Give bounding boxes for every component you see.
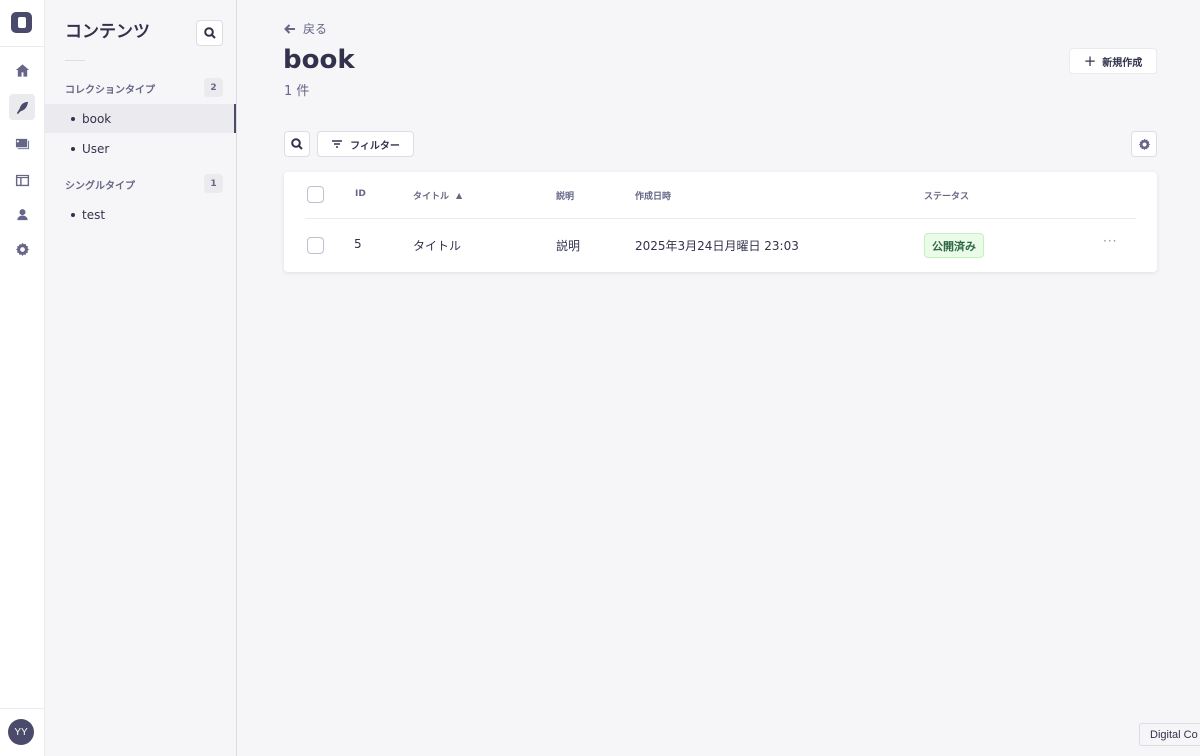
- page-title: book: [283, 45, 355, 75]
- main-nav-rail: YY: [0, 0, 45, 756]
- sidebar-item-label: test: [82, 207, 106, 222]
- filter-icon: [332, 140, 343, 148]
- content-manager-nav-button[interactable]: [9, 94, 35, 120]
- row-more-actions-button[interactable]: ···: [1103, 234, 1117, 248]
- plus-icon: +: [1083, 51, 1097, 70]
- table-search-button[interactable]: [284, 131, 310, 157]
- column-header-id[interactable]: ID: [355, 189, 366, 199]
- back-link[interactable]: 戻る: [284, 20, 327, 37]
- row-select-checkbox[interactable]: [307, 237, 324, 254]
- feather-icon: [16, 101, 28, 114]
- home-nav-button[interactable]: [9, 57, 35, 83]
- rail-bottom-divider: [0, 708, 44, 709]
- user-icon: [16, 208, 28, 220]
- create-new-entry-label: 新規作成: [1102, 57, 1143, 69]
- column-header-title[interactable]: タイトル ▲: [413, 189, 462, 202]
- layout-icon: [15, 174, 29, 186]
- sidebar-divider: [65, 60, 85, 61]
- sidebar-search-button[interactable]: [196, 20, 223, 46]
- sidebar-item-user[interactable]: User: [45, 134, 236, 163]
- content-type-builder-nav-button[interactable]: [9, 167, 35, 193]
- bullet-icon: [71, 116, 75, 121]
- sidebar-item-test[interactable]: test: [45, 200, 236, 229]
- cell-created-at[interactable]: 2025年3月24日月曜日 23:03: [635, 237, 799, 254]
- sidebar-item-book[interactable]: book: [45, 104, 236, 133]
- table-settings-button[interactable]: [1131, 131, 1157, 157]
- media-library-nav-button[interactable]: [9, 130, 35, 156]
- column-header-description[interactable]: 説明: [556, 189, 574, 202]
- single-types-heading: シングルタイプ: [65, 181, 135, 192]
- search-icon: [203, 27, 216, 39]
- arrow-left-icon: [284, 23, 295, 34]
- sidebar-item-label: book: [82, 111, 112, 126]
- filter-button-label: フィルター: [350, 140, 400, 152]
- cell-title[interactable]: タイトル: [413, 237, 461, 254]
- entries-table: ID タイトル ▲ 説明 作成日時 ステータス 5 タイトル 説明 2025年3…: [284, 172, 1157, 272]
- corner-popup[interactable]: Digital Co: [1139, 723, 1200, 746]
- sort-ascending-icon: ▲: [456, 191, 463, 200]
- select-all-checkbox[interactable]: [307, 186, 324, 203]
- gear-icon: [1138, 138, 1150, 150]
- collection-types-count-badge: 2: [204, 78, 223, 97]
- collection-types-heading: コレクションタイプ: [65, 85, 155, 96]
- single-types-count-badge: 1: [204, 174, 223, 193]
- app-logo[interactable]: [11, 12, 32, 33]
- column-header-created-at[interactable]: 作成日時: [635, 189, 671, 202]
- column-header-status[interactable]: ステータス: [924, 189, 969, 202]
- column-header-label: タイトル: [413, 192, 450, 202]
- table-divider: [305, 218, 1136, 219]
- entry-count: 1 件: [284, 84, 310, 99]
- back-link-label: 戻る: [303, 22, 328, 36]
- cell-id[interactable]: 5: [354, 237, 362, 251]
- content-sidebar: コンテンツ コレクションタイプ 2 book User シングルタイプ 1 te…: [45, 0, 237, 756]
- user-avatar[interactable]: YY: [8, 719, 34, 745]
- users-nav-button[interactable]: [9, 201, 35, 227]
- sidebar-title: コンテンツ: [65, 22, 150, 42]
- gear-icon: [15, 242, 29, 256]
- search-icon: [291, 138, 303, 150]
- filter-button[interactable]: フィルター: [317, 131, 414, 157]
- cell-description[interactable]: 説明: [556, 237, 580, 254]
- sidebar-item-label: User: [82, 141, 110, 156]
- bullet-icon: [71, 212, 75, 217]
- media-library-icon: [15, 138, 29, 149]
- home-icon: [15, 63, 29, 77]
- create-new-entry-button[interactable]: + 新規作成: [1069, 48, 1157, 74]
- bullet-icon: [71, 146, 75, 151]
- status-badge: 公開済み: [924, 233, 984, 258]
- rail-divider: [0, 46, 44, 47]
- settings-nav-button[interactable]: [9, 236, 35, 262]
